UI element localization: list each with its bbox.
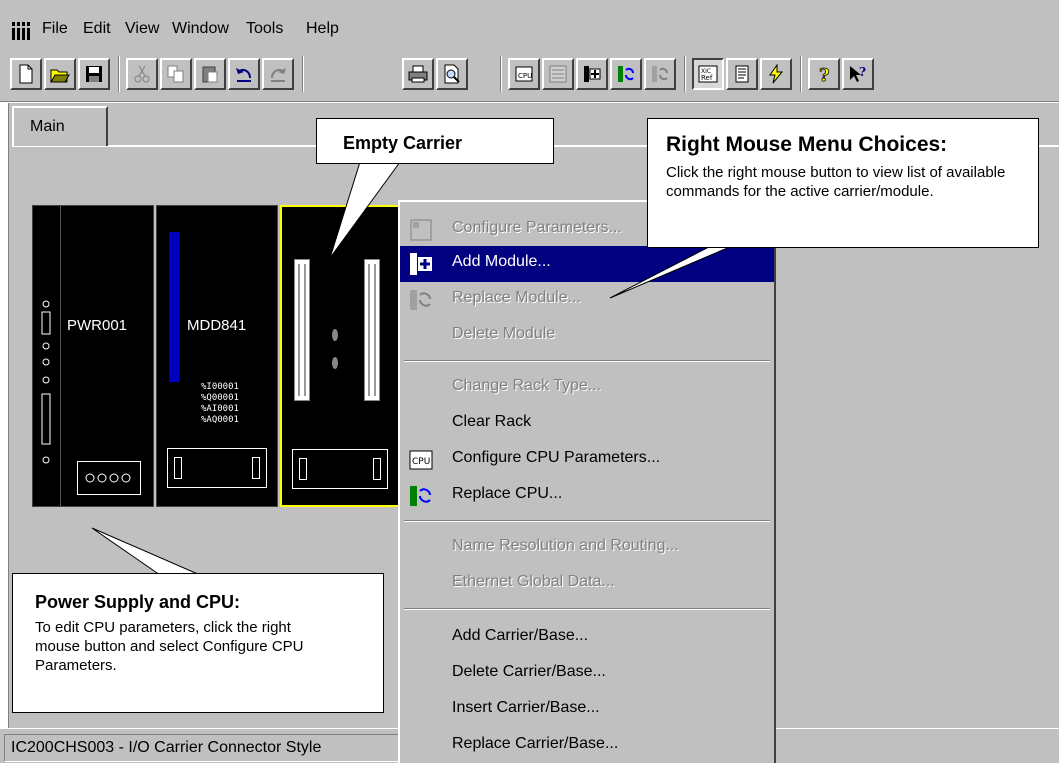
- callout-right-mouse-title: Right Mouse Menu Choices:: [666, 133, 948, 156]
- callout-power-cpu-title: Power Supply and CPU:: [35, 592, 241, 612]
- callout-empty-carrier-title: Empty Carrier: [343, 133, 463, 153]
- callout-right-mouse-body: Click the right mouse button to view lis…: [666, 164, 1006, 200]
- callout-empty-carrier: Empty Carrier: [316, 118, 554, 164]
- callout-power-cpu-body: To edit CPU parameters, click the right …: [35, 619, 304, 674]
- callout-power-cpu: Power Supply and CPU: To edit CPU parame…: [12, 573, 384, 713]
- callout-right-mouse: Right Mouse Menu Choices: Click the righ…: [647, 118, 1039, 248]
